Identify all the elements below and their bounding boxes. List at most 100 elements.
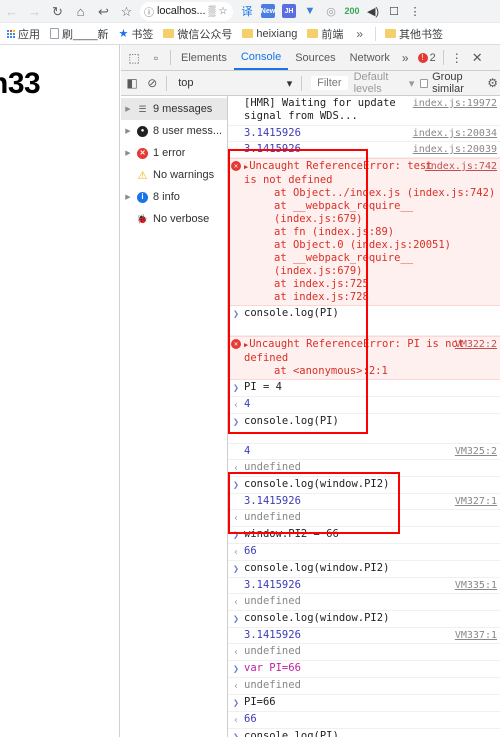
execution-context-selector[interactable]: top ▾ bbox=[172, 77, 296, 90]
expand-triangle-icon[interactable]: ▶ bbox=[244, 341, 248, 349]
console-log-message[interactable]: 3.1415926 VM335:1 bbox=[228, 578, 500, 594]
stack-frame[interactable]: at index.js:728 bbox=[274, 291, 498, 304]
source-link[interactable]: index.js:20039 bbox=[413, 143, 497, 156]
expand-arrow-icon[interactable]: ▶ bbox=[124, 127, 132, 135]
tab-network[interactable]: Network bbox=[343, 45, 397, 70]
sidebar-item-verbose[interactable]: 🐞 No verbose bbox=[121, 208, 227, 230]
console-input-row[interactable]: ❯ console.log(window.PI2) bbox=[228, 561, 500, 578]
audio-extension-icon[interactable]: ◀) bbox=[363, 1, 384, 22]
console-message-list[interactable]: [HMR] Waiting for update signal from WDS… bbox=[228, 96, 500, 737]
jh-extension-icon[interactable]: JH bbox=[279, 1, 300, 22]
site-info-icon[interactable]: ⓘ bbox=[144, 4, 154, 19]
console-input-row[interactable]: ❯ var PI=66 bbox=[228, 661, 500, 678]
console-log-message[interactable]: 3.1415926 index.js:20039 bbox=[228, 142, 500, 158]
console-filter-input[interactable]: Filter bbox=[311, 76, 348, 90]
stack-frame[interactable]: at fn (index.js:89) bbox=[274, 226, 498, 239]
console-input-row[interactable]: ❯ PI=66 bbox=[228, 695, 500, 712]
bookmark-star-icon[interactable]: ☆ bbox=[115, 0, 138, 23]
screenshot-extension-icon[interactable]: New bbox=[258, 1, 279, 22]
source-link[interactable]: VM335:1 bbox=[455, 579, 497, 592]
sidebar-item-info[interactable]: ▶ i 8 info bbox=[121, 186, 227, 208]
source-link[interactable]: VM325:2 bbox=[455, 445, 497, 458]
console-log-message[interactable]: 3.1415926 VM327:1 bbox=[228, 494, 500, 510]
console-output-row[interactable]: ‹ undefined bbox=[228, 460, 500, 477]
console-output-row[interactable]: ‹ undefined bbox=[228, 594, 500, 611]
expand-arrow-icon[interactable]: ▶ bbox=[124, 193, 132, 201]
console-input-row[interactable]: ❯console.log(PI) bbox=[228, 306, 500, 336]
expand-arrow-icon[interactable]: ▶ bbox=[124, 149, 132, 157]
source-link[interactable]: VM337:1 bbox=[455, 629, 497, 642]
reload-icon[interactable]: ↻ bbox=[46, 0, 69, 23]
console-input-row[interactable]: ❯ PI = 4 bbox=[228, 380, 500, 397]
group-similar-toggle[interactable]: Group similar bbox=[420, 71, 485, 95]
console-error-message[interactable]: ✕ ▶Uncaught ReferenceError: test is not d… bbox=[228, 158, 500, 306]
device-toolbar-icon[interactable]: ▫ bbox=[145, 46, 167, 70]
bookmark-qianduan[interactable]: 前端 bbox=[302, 24, 348, 44]
source-link[interactable]: VM327:1 bbox=[455, 495, 497, 508]
error-count-badge[interactable]: ! 2 bbox=[414, 52, 440, 64]
console-input-row[interactable]: ❯console.log(PI) bbox=[228, 414, 500, 444]
bookmark-apps[interactable]: 应用 bbox=[2, 24, 45, 44]
console-input-row[interactable]: ❯ console.log(window.PI2) bbox=[228, 611, 500, 628]
inspect-element-icon[interactable]: ⬚ bbox=[123, 46, 145, 70]
source-link[interactable]: VM322:2 bbox=[455, 338, 497, 351]
tab-elements[interactable]: Elements bbox=[174, 45, 234, 70]
console-settings-icon[interactable]: ⚙ bbox=[487, 71, 498, 95]
sidebar-item-errors[interactable]: ▶ ✕ 1 error bbox=[121, 142, 227, 164]
console-output-row[interactable]: ‹ 66 bbox=[228, 712, 500, 729]
bookmark-wechat-public[interactable]: 微信公众号 bbox=[158, 24, 237, 44]
chrome-menu-icon[interactable]: ⋮ bbox=[405, 1, 426, 22]
stack-frame[interactable]: at __webpack_require__ (index.js:679) bbox=[274, 200, 498, 226]
translate-extension-icon[interactable]: 译 bbox=[237, 1, 258, 22]
tab-console[interactable]: Console bbox=[233, 45, 289, 70]
source-link[interactable]: index.js:19972 bbox=[413, 97, 497, 110]
console-log-message[interactable]: 3.1415926 VM337:1 bbox=[228, 628, 500, 644]
sidebar-item-warnings[interactable]: ⚠ No warnings bbox=[121, 164, 227, 186]
more-tabs-button[interactable]: » bbox=[397, 51, 414, 65]
bookmarks-overflow-button[interactable]: » bbox=[348, 24, 371, 44]
zoom-level-icon[interactable]: 200 bbox=[342, 1, 363, 22]
console-output-row[interactable]: ‹ undefined bbox=[228, 510, 500, 527]
stack-frame[interactable]: at <anonymous>:2:1 bbox=[274, 365, 498, 378]
source-link[interactable]: index.js:20034 bbox=[413, 127, 497, 140]
source-link[interactable]: index.js:742 bbox=[425, 160, 497, 173]
history-back-icon[interactable]: ↩ bbox=[92, 0, 115, 23]
other-bookmarks-folder[interactable]: 其他书签 bbox=[380, 24, 448, 44]
forward-icon[interactable]: → bbox=[23, 0, 46, 23]
console-log-message[interactable]: 4 VM325:2 bbox=[228, 444, 500, 460]
capture-extension-icon[interactable]: ☐ bbox=[384, 1, 405, 22]
bookmark-star-icon[interactable]: ☆ bbox=[219, 6, 228, 17]
tab-sources[interactable]: Sources bbox=[288, 45, 342, 70]
stack-frame[interactable]: at Object../index.js (index.js:742) bbox=[274, 187, 498, 200]
close-devtools-icon[interactable]: ✕ bbox=[467, 50, 488, 66]
devtools-menu-icon[interactable]: ⋮ bbox=[447, 51, 467, 65]
expand-triangle-icon[interactable]: ▶ bbox=[244, 163, 248, 171]
console-error-message[interactable]: ✕ ▶Uncaught ReferenceError: PI is not def… bbox=[228, 336, 500, 380]
expand-arrow-icon[interactable]: ▶ bbox=[124, 105, 132, 113]
console-sidebar-toggle-icon[interactable]: ◧ bbox=[123, 71, 141, 95]
bookmark-bookmarks-folder[interactable]: ★ 书签 bbox=[113, 24, 158, 44]
stack-frame[interactable]: at __webpack_require__ (index.js:679) bbox=[274, 252, 498, 278]
console-output-row[interactable]: ‹ 66 bbox=[228, 544, 500, 561]
home-icon[interactable]: ⌂ bbox=[69, 0, 92, 23]
clear-console-icon[interactable]: ⊘ bbox=[143, 71, 161, 95]
stack-frame[interactable]: at index.js:725 bbox=[274, 278, 498, 291]
circle-extension-icon[interactable]: ◎ bbox=[321, 1, 342, 22]
sidebar-item-messages[interactable]: ▶ ☰ 9 messages bbox=[121, 98, 227, 120]
stack-frame[interactable]: at Object.0 (index.js:20051) bbox=[274, 239, 498, 252]
console-input-row[interactable]: ❯console.log(PI) bbox=[228, 729, 500, 737]
qr-code-icon[interactable]: ▒ bbox=[208, 6, 215, 17]
bookmark-refresh-bookmark[interactable]: 刷____新 bbox=[45, 24, 113, 44]
console-input-row[interactable]: ❯ console.log(window.PI2) bbox=[228, 477, 500, 494]
address-bar[interactable]: ⓘ localhos... ▒ ☆ bbox=[140, 1, 233, 21]
console-output-row[interactable]: ‹ undefined bbox=[228, 678, 500, 695]
log-levels-dropdown[interactable]: Default levels ▾ bbox=[350, 71, 419, 95]
back-icon[interactable]: ← bbox=[0, 0, 23, 23]
bookmark-heixiang[interactable]: heixiang bbox=[237, 24, 302, 44]
console-output-row[interactable]: ‹ undefined bbox=[228, 644, 500, 661]
sidebar-item-user-messages[interactable]: ▶ ● 8 user mess... bbox=[121, 120, 227, 142]
console-input-row[interactable]: ❯ window.PI2 = 66 bbox=[228, 527, 500, 544]
v-extension-icon[interactable]: ▼ bbox=[300, 1, 321, 22]
console-output-row[interactable]: ‹ 4 bbox=[228, 397, 500, 414]
console-log-message[interactable]: 3.1415926 index.js:20034 bbox=[228, 126, 500, 142]
